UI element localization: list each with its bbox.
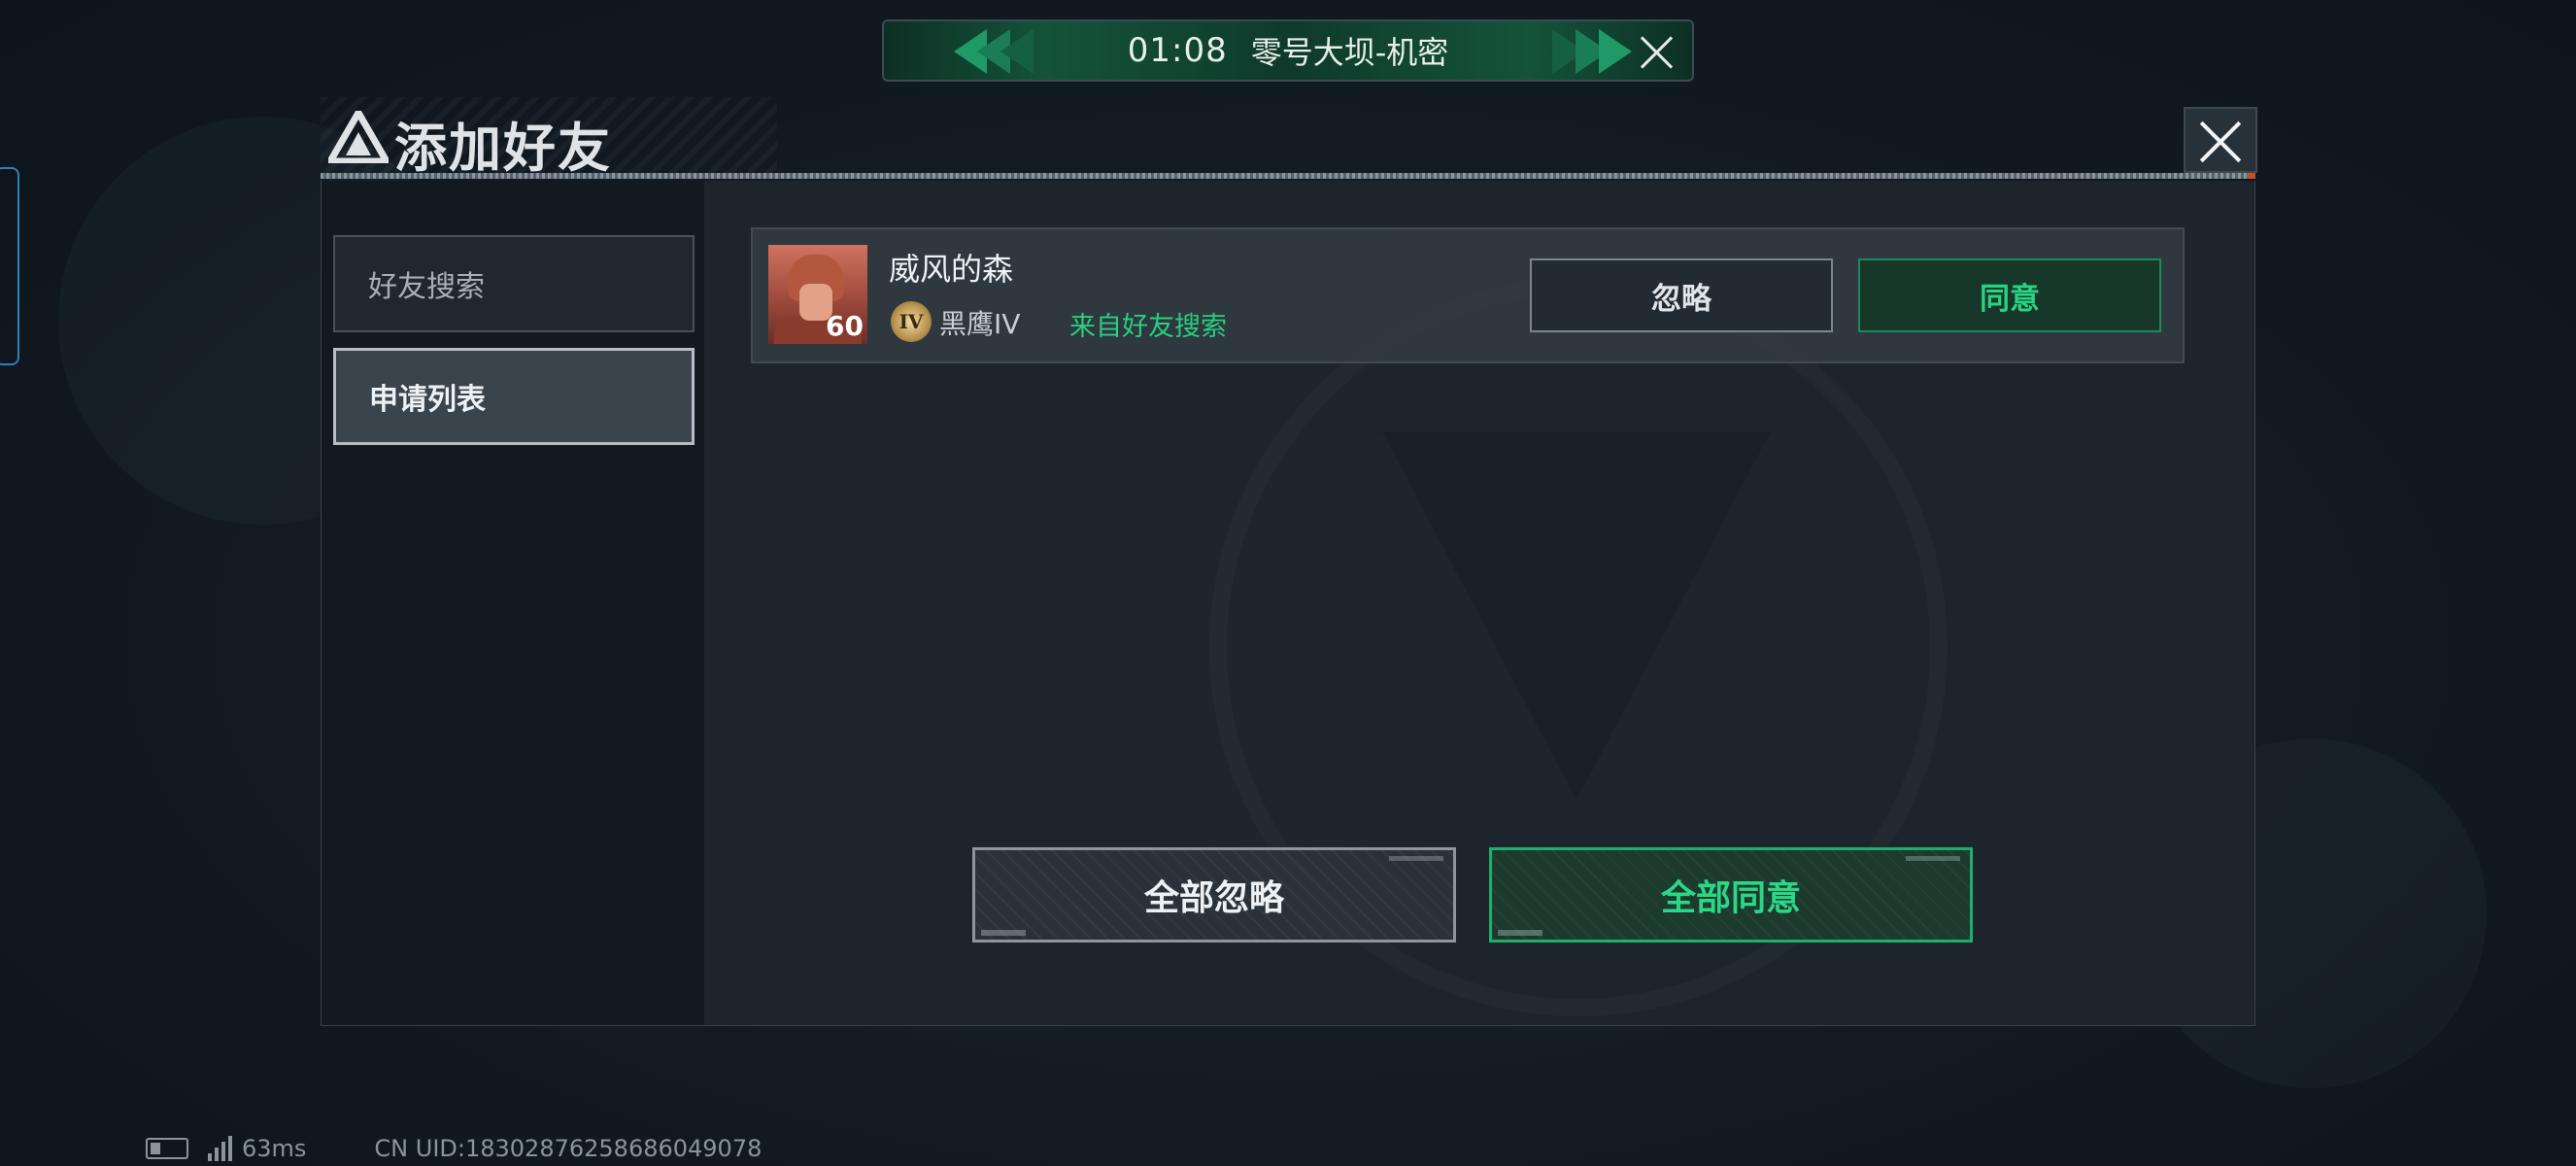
ignore-label: 忽略 xyxy=(1651,281,1712,317)
rank-badge-text: IV xyxy=(898,310,924,333)
agree-all-label: 全部同意 xyxy=(1660,878,1801,918)
dialog-sidebar: 好友搜索 申请列表 xyxy=(322,181,704,1025)
dialog-body: 好友搜索 申请列表 60 威风的森 IV 黑鹰IV 来自好友搜索 忽略 同意 全… xyxy=(321,181,2255,1026)
rank-name: 黑鹰IV xyxy=(939,308,1021,340)
tab-label: 申请列表 xyxy=(369,383,486,417)
avatar[interactable]: 60 xyxy=(768,245,867,344)
user-uid: CN UID:18302876258686049078 xyxy=(374,1135,763,1162)
tab-label: 好友搜索 xyxy=(368,270,485,304)
player-level: 60 xyxy=(826,310,864,342)
header-divider xyxy=(321,173,2255,179)
request-list-panel: 60 威风的森 IV 黑鹰IV 来自好友搜索 忽略 同意 全部忽略 全部同意 xyxy=(704,181,2254,1025)
dialog-title: 添加好友 xyxy=(394,118,612,179)
add-friend-dialog: 添加好友 好友搜索 申请列表 60 威风的森 IV 黑鹰IV 来自好友搜索 忽略… xyxy=(321,97,2257,1030)
map-name: 零号大坝-机密 xyxy=(1250,34,1449,71)
ignore-button[interactable]: 忽略 xyxy=(1530,258,1833,332)
dialog-header: 添加好友 xyxy=(321,97,2257,179)
chevron-right-icon xyxy=(1552,29,1632,74)
delta-logo-icon xyxy=(328,111,389,163)
agree-button[interactable]: 同意 xyxy=(1858,258,2161,332)
status-bar: 63ms CN UID:18302876258686049078 xyxy=(146,1135,762,1162)
edge-side-tab[interactable] xyxy=(0,167,19,365)
agree-all-button[interactable]: 全部同意 xyxy=(1489,847,1973,943)
friend-request-card: 60 威风的森 IV 黑鹰IV 来自好友搜索 忽略 同意 xyxy=(751,227,2185,363)
chevron-left-icon xyxy=(954,29,1034,74)
ignore-all-button[interactable]: 全部忽略 xyxy=(972,847,1456,943)
banner-close-icon[interactable] xyxy=(1636,31,1678,74)
battery-icon xyxy=(146,1138,188,1159)
agree-label: 同意 xyxy=(1980,281,2040,317)
ping-readout: 63ms xyxy=(242,1135,307,1162)
close-icon[interactable] xyxy=(2184,107,2257,173)
match-status-banner: 01:08 零号大坝-机密 xyxy=(882,19,1694,82)
match-timer: 01:08 xyxy=(1127,31,1228,70)
request-source: 来自好友搜索 xyxy=(1069,312,1227,342)
ignore-all-label: 全部忽略 xyxy=(1143,878,1284,918)
tab-friend-search[interactable]: 好友搜索 xyxy=(333,235,695,332)
rank-badge-icon: IV xyxy=(891,301,932,342)
tab-request-list[interactable]: 申请列表 xyxy=(333,348,695,445)
player-name: 威风的森 xyxy=(889,251,1014,288)
signal-icon xyxy=(208,1136,232,1161)
